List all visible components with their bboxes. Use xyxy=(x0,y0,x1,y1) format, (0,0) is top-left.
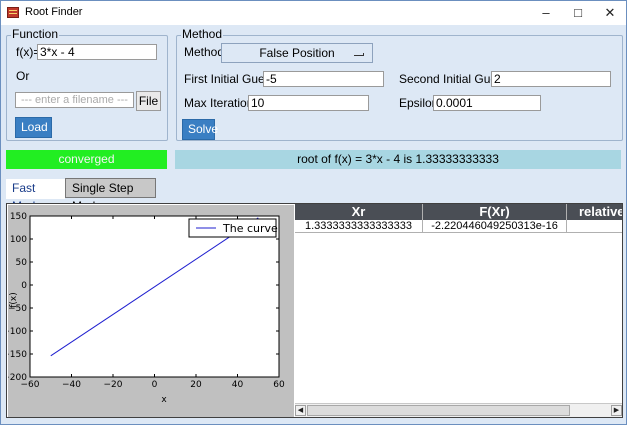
y-tick-label: −100 xyxy=(8,327,27,337)
load-button[interactable]: Load xyxy=(15,117,52,138)
close-button[interactable]: ✕ xyxy=(594,1,626,25)
legend-label: The curve xyxy=(222,222,278,235)
tab-fast-mode[interactable]: Fast Mode xyxy=(6,179,65,213)
y-tick-label: −150 xyxy=(8,350,27,360)
x-tick-label: −40 xyxy=(62,380,81,390)
plot-area: −60−40−200204060−200−150−100−50050100150… xyxy=(8,205,294,417)
fast-mode-panel: −60−40−200204060−200−150−100−50050100150… xyxy=(6,203,623,418)
result-banner: root of f(x) = 3*x - 4 is 1.33333333333 xyxy=(175,150,621,169)
legend: The curve xyxy=(188,218,278,238)
minimize-button[interactable]: – xyxy=(530,1,562,25)
status-badge: converged xyxy=(6,150,167,169)
table-cell-fxr: -2.220446049250313e-16 xyxy=(423,220,567,233)
client-area: Function f(x)= 3*x - 4 Or --- enter a fi… xyxy=(1,25,626,424)
maximize-button[interactable]: □ xyxy=(562,1,594,25)
or-label: Or xyxy=(16,69,30,83)
dropdown-indicator-icon xyxy=(354,53,364,56)
x-tick-label: 60 xyxy=(273,380,285,390)
column-header-relative[interactable]: relative xyxy=(567,204,622,220)
method-label: Method xyxy=(184,45,225,59)
column-header-xr[interactable]: Xr xyxy=(295,204,423,220)
function-plot: −60−40−200204060−200−150−100−50050100150… xyxy=(8,212,285,405)
filename-input[interactable]: --- enter a filename --- xyxy=(15,92,134,108)
table-cell-xr: 1.3333333333333333 xyxy=(295,220,423,233)
scroll-left-icon[interactable]: ◀ xyxy=(295,405,306,416)
column-header-fxr[interactable]: F(Xr) xyxy=(423,204,567,220)
method-dropdown[interactable]: False Position xyxy=(221,43,373,63)
x-tick-label: −20 xyxy=(104,380,123,390)
x-tick-label: 20 xyxy=(190,380,202,390)
x-tick-label: 40 xyxy=(232,380,244,390)
y-tick-label: 0 xyxy=(21,281,27,291)
iteration-table: Xr F(Xr) relative 1.3333333333333333 -2.… xyxy=(295,204,622,417)
table-cell-relative xyxy=(567,220,622,233)
y-axis-label: f(x) xyxy=(9,292,19,308)
y-tick-label: −200 xyxy=(8,373,27,383)
solve-button[interactable]: Solve xyxy=(182,119,218,140)
second-guess-input[interactable]: 2 xyxy=(491,71,611,87)
function-group: Function f(x)= 3*x - 4 Or --- enter a fi… xyxy=(6,27,168,141)
axes-frame xyxy=(29,215,280,378)
max-iterations-input[interactable]: 10 xyxy=(248,95,369,111)
app-icon xyxy=(7,7,19,18)
method-group: Method Method False Position First Initi… xyxy=(176,27,623,141)
method-group-title: Method xyxy=(181,27,224,41)
method-dropdown-value: False Position xyxy=(259,46,335,60)
first-guess-input[interactable]: -5 xyxy=(263,71,384,87)
y-tick-label: 100 xyxy=(10,235,27,245)
tab-single-step-mode[interactable]: Single Step Mode xyxy=(65,178,156,213)
scroll-right-icon[interactable]: ▶ xyxy=(611,405,622,416)
scroll-thumb[interactable] xyxy=(307,405,570,416)
file-button[interactable]: File xyxy=(136,91,161,111)
y-tick-label: 150 xyxy=(10,212,27,222)
function-group-title: Function xyxy=(11,27,60,41)
x-tick-label: 0 xyxy=(152,380,158,390)
x-axis-label: x xyxy=(161,395,167,405)
app-window: Root Finder – □ ✕ Function f(x)= 3*x - 4… xyxy=(0,0,627,425)
title-bar: Root Finder – □ ✕ xyxy=(1,1,626,25)
function-input[interactable]: 3*x - 4 xyxy=(37,44,157,60)
window-title: Root Finder xyxy=(25,6,83,18)
y-tick-label: 50 xyxy=(16,258,28,268)
epsilon-input[interactable]: 0.0001 xyxy=(433,95,541,111)
horizontal-scrollbar[interactable]: ◀ ▶ xyxy=(295,403,622,417)
